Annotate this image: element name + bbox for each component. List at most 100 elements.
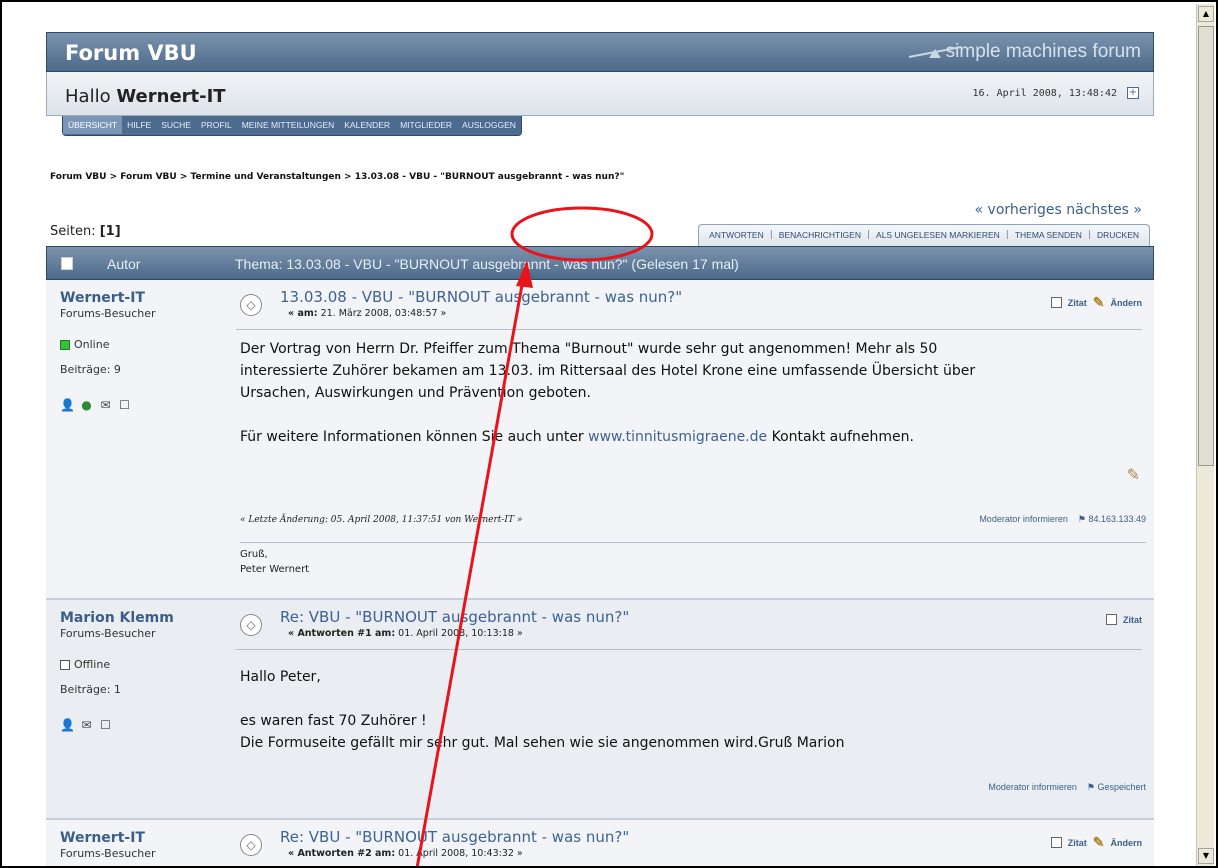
- modify-button[interactable]: Ändern: [1111, 298, 1143, 308]
- modify-icon[interactable]: ✎: [1093, 834, 1105, 851]
- quote-icon[interactable]: [1050, 837, 1062, 848]
- poster-group: Forums-Besucher: [60, 307, 156, 320]
- menu-item-suche[interactable]: Suche: [156, 116, 196, 134]
- post-subject[interactable]: Re: VBU - "BURNOUT ausgebrannt - was nun…: [280, 608, 629, 626]
- online-icon: [60, 339, 70, 350]
- button-separator: |: [1005, 230, 1009, 240]
- post-body-text: Für weitere Informationen können Sie auc…: [240, 429, 584, 445]
- menu-item-meine-mitteilungen[interactable]: Meine Mitteilungen: [237, 116, 340, 134]
- poster-name[interactable]: Marion Klemm: [60, 610, 220, 626]
- post-actions: Zitat ✎ Ändern: [1050, 834, 1143, 851]
- modify-icon[interactable]: ✎: [1093, 294, 1105, 311]
- profile-icon[interactable]: 👤: [60, 398, 75, 413]
- saved-label: Gespeichert: [1097, 782, 1146, 792]
- forum-title[interactable]: Forum VBU: [65, 41, 197, 65]
- profile-icon[interactable]: 👤: [60, 718, 75, 733]
- website-icon[interactable]: ●: [79, 398, 94, 413]
- smf-logo[interactable]: simple machines forum: [946, 41, 1141, 63]
- post-header: ◇ Re: VBU - "BURNOUT ausgebrannt - was n…: [236, 608, 1142, 650]
- post-xx-icon: ◇: [240, 294, 262, 316]
- pm-icon[interactable]: ☐: [117, 398, 132, 413]
- menu-item-uebersicht[interactable]: Übersicht: [63, 116, 123, 134]
- prev-next-links[interactable]: « vorheriges nächstes »: [975, 202, 1142, 218]
- quote-icon[interactable]: [1106, 614, 1117, 625]
- post-body-link[interactable]: www.tinnitusmigraene.de: [588, 429, 767, 445]
- quote-button[interactable]: Zitat: [1068, 298, 1087, 308]
- modify-button[interactable]: Ändern: [1111, 838, 1143, 848]
- button-separator: |: [866, 230, 871, 240]
- print-button[interactable]: Drucken: [1097, 230, 1139, 246]
- poster-info: Wernert-IT Forums-Besucher Online Beiträ…: [60, 290, 220, 413]
- vertical-scrollbar[interactable]: ▲ ▼: [1196, 4, 1214, 866]
- scroll-down-icon[interactable]: ▼: [1198, 848, 1214, 864]
- main-menu: Übersicht Hilfe Suche Profil Meine Mitte…: [62, 116, 522, 136]
- reply-button[interactable]: Antworten: [709, 230, 764, 246]
- poster-name[interactable]: Wernert-IT: [60, 830, 220, 846]
- email-icon[interactable]: ✉: [98, 398, 113, 413]
- saved-indicator: ⚑ Gespeichert: [1086, 782, 1146, 792]
- post-meta-prefix: « Antworten #2 am:: [288, 848, 396, 859]
- username: Wernert-IT: [116, 86, 226, 107]
- email-icon[interactable]: ✉: [79, 718, 94, 733]
- post-body-line: Hallo Peter,: [240, 669, 321, 685]
- status-label: Online: [74, 338, 110, 351]
- post-actions: Zitat ✎ Ändern: [1050, 294, 1143, 311]
- post-header: ◇ 13.03.08 - VBU - "BURNOUT ausgebrannt …: [236, 288, 1142, 330]
- post-actions: Zitat: [1106, 614, 1142, 625]
- post-meta: « Antworten #1 am: 01. April 2008, 10:13…: [288, 628, 523, 639]
- quick-reply-icon[interactable]: ✎: [1127, 465, 1140, 484]
- menu-item-hilfe[interactable]: Hilfe: [122, 116, 156, 134]
- poster-info: Wernert-IT Forums-Besucher: [60, 830, 220, 860]
- post-subject[interactable]: Re: VBU - "BURNOUT ausgebrannt - was nun…: [280, 828, 629, 846]
- quote-button[interactable]: Zitat: [1068, 838, 1087, 848]
- post-body-line: es waren fast 70 Zuhörer !: [240, 713, 427, 729]
- post-body-line: Ursachen, Auswirkungen und Prävention ge…: [240, 385, 591, 401]
- post-2: Marion Klemm Forums-Besucher Offline Bei…: [46, 600, 1154, 820]
- greeting-prefix: Hallo: [65, 86, 111, 107]
- poster-icons: 👤 ● ✉ ☐: [60, 398, 220, 413]
- report-to-moderator-link[interactable]: Moderator informieren: [979, 514, 1068, 525]
- mark-unread-button[interactable]: Als ungelesen markieren: [876, 230, 1000, 246]
- menu-item-ausloggen[interactable]: Ausloggen: [457, 116, 521, 134]
- signature: Gruß, Peter Wernert: [240, 542, 1146, 577]
- post-body-line: Der Vortrag von Herrn Dr. Pfeiffer zum T…: [240, 341, 938, 357]
- page-index: Seiten: [1]: [50, 224, 121, 239]
- report-to-moderator-link[interactable]: Moderator informieren: [988, 782, 1077, 793]
- quote-icon[interactable]: [1050, 297, 1062, 308]
- post-body-line: interessierte Zuhörer bekamen am 13.03. …: [240, 363, 976, 379]
- post-body: Der Vortrag von Herrn Dr. Pfeiffer zum T…: [240, 338, 1140, 448]
- topic-icon: [61, 257, 73, 270]
- menu-item-kalender[interactable]: Kalender: [339, 116, 395, 134]
- scroll-up-icon[interactable]: ▲: [1198, 6, 1214, 22]
- signature-line: Peter Wernert: [240, 564, 310, 575]
- post-count: Beiträge: 9: [60, 363, 121, 376]
- send-topic-button[interactable]: Thema senden: [1015, 230, 1082, 246]
- browser-window: Forum VBU simple machines forum Hallo We…: [0, 0, 1218, 868]
- breadcrumb[interactable]: Forum VBU > Forum VBU > Termine und Vera…: [50, 172, 624, 182]
- topic-header-bar: Autor Thema: 13.03.08 - VBU - "BURNOUT a…: [46, 246, 1154, 280]
- greeting: Hallo Wernert-IT: [65, 86, 226, 107]
- post-3: Wernert-IT Forums-Besucher ◇ Re: VBU - "…: [46, 820, 1154, 866]
- menu-item-profil[interactable]: Profil: [196, 116, 237, 134]
- post-body-gap: [240, 404, 1140, 426]
- post-subject[interactable]: 13.03.08 - VBU - "BURNOUT ausgebrannt - …: [280, 288, 682, 306]
- post-xx-icon: ◇: [240, 614, 262, 636]
- button-separator: |: [769, 230, 773, 240]
- quote-button[interactable]: Zitat: [1123, 615, 1142, 625]
- notify-button[interactable]: Benachrichtigen: [779, 230, 861, 246]
- scrollbar-thumb[interactable]: [1198, 26, 1214, 466]
- topic-button-bar: Antworten | Benachrichtigen | Als ungele…: [698, 224, 1150, 246]
- post-footer: « Letzte Änderung: 05. April 2008, 11:37…: [240, 514, 1146, 525]
- poster-name[interactable]: Wernert-IT: [60, 290, 220, 306]
- post-body-text: Kontakt aufnehmen.: [771, 429, 914, 445]
- online-status: Online: [60, 338, 220, 351]
- topic-title: Thema: 13.03.08 - VBU - "BURNOUT ausgebr…: [235, 256, 739, 272]
- author-column-label: Autor: [107, 256, 141, 272]
- menu-item-mitglieder[interactable]: Mitglieder: [395, 116, 457, 134]
- collapse-icon[interactable]: +: [1127, 87, 1139, 99]
- page-number[interactable]: [1]: [100, 224, 121, 239]
- status-label: Offline: [74, 658, 111, 671]
- pm-icon[interactable]: ☐: [98, 718, 113, 733]
- post-header: ◇ Re: VBU - "BURNOUT ausgebrannt - was n…: [236, 828, 1143, 866]
- current-datetime: 16. April 2008, 13:48:42: [972, 88, 1118, 99]
